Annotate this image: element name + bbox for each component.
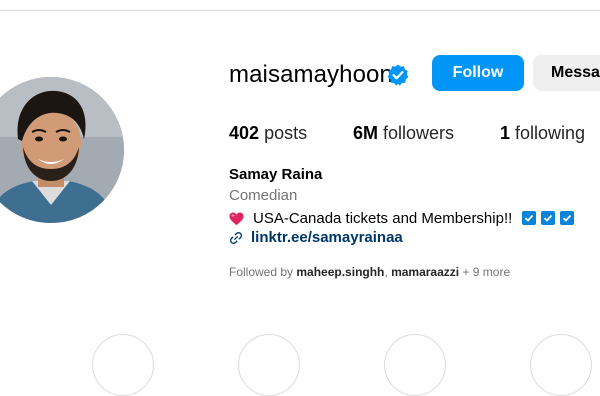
bio-text: USA-Canada tickets and Membership!! [253,209,513,227]
followed-by-user: mamaraazzi [391,265,460,279]
top-divider [0,10,600,11]
following-link[interactable]: 1 following [500,122,585,144]
followers-link[interactable]: 6M followers [353,122,454,144]
followed-by-prefix: Followed by [229,265,294,279]
followers-count-value: 6M [353,123,379,143]
red-heart-icon [229,212,244,225]
check-mark-button-icon [541,211,556,225]
story-highlight[interactable] [530,334,592,396]
check-mark-button-icon [560,211,575,225]
profile-category: Comedian [229,187,298,204]
profile-avatar[interactable] [0,77,124,223]
profile-username: maisamayhoon [229,61,393,88]
followed-by[interactable]: Followed by maheep.singhh, mamaraazzi + … [229,265,510,279]
followers-count-label: followers [383,123,455,143]
avatar-image [0,77,124,223]
posts-count-value: 402 [229,123,260,143]
follow-button[interactable]: Follow [432,55,524,91]
check-mark-button-icon [522,211,537,225]
story-highlights-row [0,328,600,396]
profile-bio: USA-Canada tickets and Membership!! [229,208,575,228]
profile-full-name: Samay Raina [229,166,323,183]
followed-by-more: + 9 more [462,265,511,279]
story-highlight[interactable] [238,334,300,396]
message-button[interactable]: Message [533,55,600,91]
verified-badge-icon [387,64,409,86]
story-highlight[interactable] [92,334,154,396]
following-count-label: following [515,123,586,143]
story-highlight[interactable] [384,334,446,396]
link-text: linktr.ee/samayrainaa [251,229,403,246]
posts-count: 402 posts [229,122,307,144]
followed-by-user: maheep.singhh [296,265,385,279]
link-icon [229,231,243,244]
posts-count-label: posts [264,123,308,143]
following-count-value: 1 [500,123,511,143]
profile-external-link[interactable]: linktr.ee/samayrainaa [229,229,403,246]
